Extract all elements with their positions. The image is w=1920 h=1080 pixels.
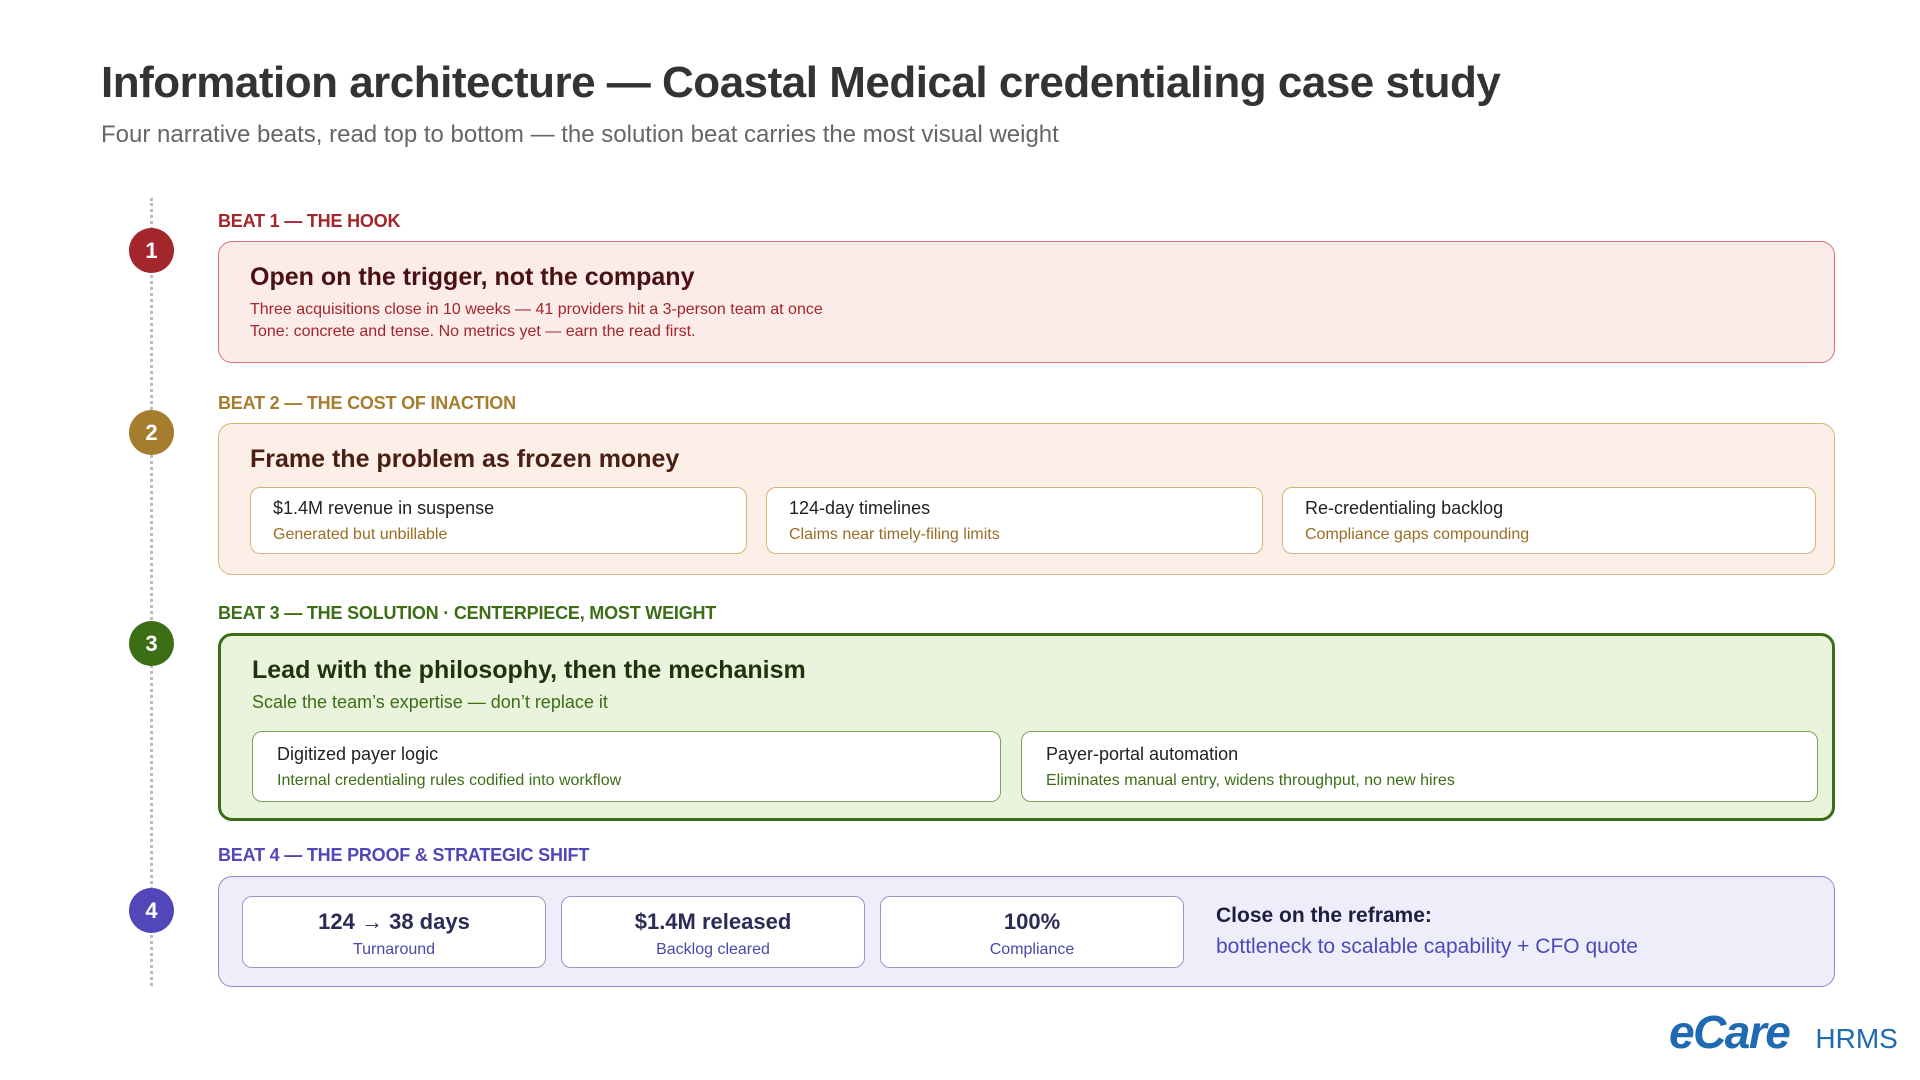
- beat-3-card-title: Digitized payer logic: [277, 744, 439, 764]
- beat-2-panel: Frame the problem as frozen money $1.4M …: [218, 423, 1835, 575]
- beat-4-marker: 4: [129, 888, 174, 933]
- beat-2-heading: Frame the problem as frozen money: [250, 445, 680, 473]
- metric-label: Compliance: [989, 941, 1075, 958]
- beat-2-label: BEAT 2 — THE COST OF INACTION: [218, 393, 516, 413]
- metric-card-released: $1.4M released Backlog cleared: [561, 896, 865, 968]
- metric-label: Backlog cleared: [656, 941, 770, 958]
- beat-3-label: BEAT 3 — THE SOLUTION · CENTERPIECE, MOS…: [218, 603, 717, 623]
- beat-1-label: BEAT 1 — THE HOOK: [218, 211, 401, 231]
- beat-4-close-heading: Close on the reframe:: [1216, 904, 1432, 927]
- beat-2-card-text: Generated but unbillable: [273, 526, 448, 543]
- beat-3-card: Digitized payer logic Internal credentia…: [252, 731, 1001, 802]
- beat-3-marker: 3: [129, 621, 174, 666]
- beat-2-card-title: Re-credentialing backlog: [1305, 498, 1504, 518]
- timeline-rail: [150, 198, 153, 986]
- beat-1-panel: Open on the trigger, not the company Thr…: [218, 241, 1835, 363]
- metric-label: Turnaround: [352, 941, 436, 958]
- beat-3-card-text: Eliminates manual entry, widens throughp…: [1046, 772, 1455, 789]
- beat-2-card-title: 124-day timelines: [789, 498, 931, 518]
- beat-3-heading: Lead with the philosophy, then the mecha…: [252, 656, 806, 684]
- beat-2-card-text: Compliance gaps compounding: [1305, 526, 1530, 543]
- beat-3-card: Payer-portal automation Eliminates manua…: [1021, 731, 1818, 802]
- beat-4-label: BEAT 4 — THE PROOF & STRATEGIC SHIFT: [218, 845, 590, 865]
- metric-card-compliance: 100% Compliance: [880, 896, 1184, 968]
- logo-product: HRMS: [1815, 1023, 1898, 1054]
- logo-wordmark: eCare: [1669, 1006, 1791, 1058]
- beat-2-card-title: $1.4M revenue in suspense: [273, 498, 495, 518]
- metric-card-turnaround: 124 → 38 days Turnaround: [242, 896, 546, 968]
- beat-2-marker: 2: [129, 410, 174, 455]
- page-subtitle: Four narrative beats, read top to bottom…: [101, 121, 1059, 148]
- beat-2-card-text: Claims near timely-filing limits: [789, 526, 1000, 543]
- beat-1-line-2: Tone: concrete and tense. No metrics yet…: [250, 323, 696, 340]
- beat-3-panel: Lead with the philosophy, then the mecha…: [218, 633, 1835, 821]
- beat-3-card-title: Payer-portal automation: [1046, 744, 1239, 764]
- beat-3-card-text: Internal credentialing rules codified in…: [277, 772, 622, 789]
- metric-value: $1.4M released: [634, 909, 792, 934]
- beat-4-panel: 124 → 38 days Turnaround $1.4M released …: [218, 876, 1835, 987]
- beat-4-close-text: bottleneck to scalable capability + CFO …: [1216, 935, 1638, 958]
- beat-1-line-1: Three acquisitions close in 10 weeks — 4…: [250, 301, 823, 318]
- beat-3-tagline: Scale the team’s expertise — don’t repla…: [252, 692, 608, 712]
- beat-2-card: Re-credentialing backlog Compliance gaps…: [1282, 487, 1816, 554]
- beat-1-heading: Open on the trigger, not the company: [250, 263, 695, 291]
- page-title: Information architecture — Coastal Medic…: [101, 58, 1501, 107]
- metric-value: 100%: [1003, 909, 1061, 934]
- beat-2-card: 124-day timelines Claims near timely-fil…: [766, 487, 1263, 554]
- ecare-logo: eCare HRMS: [1669, 1005, 1898, 1059]
- metric-value: 124 → 38 days: [318, 909, 470, 934]
- beat-1-marker: 1: [129, 228, 174, 273]
- beat-2-card: $1.4M revenue in suspense Generated but …: [250, 487, 747, 554]
